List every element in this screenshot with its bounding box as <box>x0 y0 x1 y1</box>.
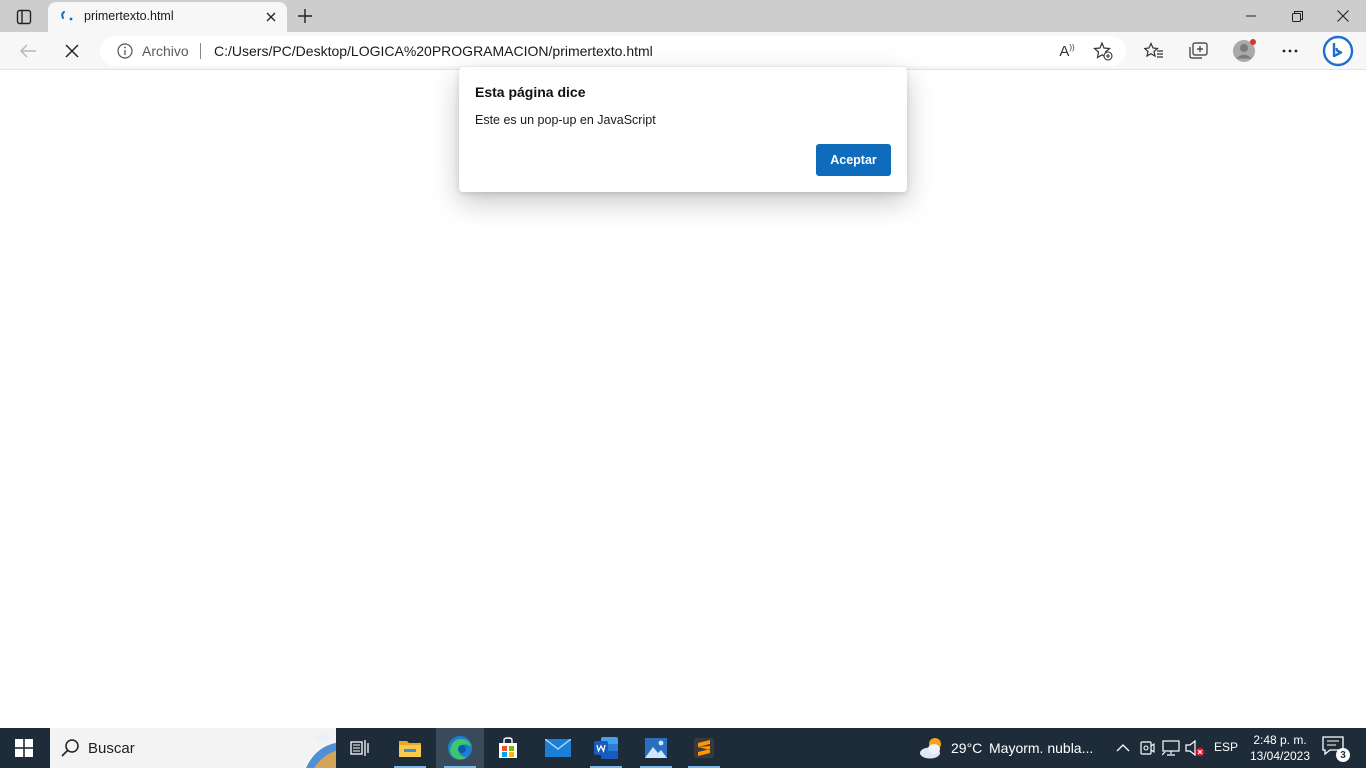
read-aloud-icon: A <box>1059 42 1070 60</box>
taskbar-sublime-text[interactable] <box>680 728 728 768</box>
collections-icon <box>1189 42 1208 59</box>
notification-center-button[interactable]: 3 <box>1322 736 1350 762</box>
tab-actions-button[interactable] <box>9 6 39 28</box>
taskbar-photos[interactable] <box>632 728 680 768</box>
file-explorer-icon <box>399 741 421 757</box>
meet-now-button[interactable] <box>1137 738 1157 758</box>
taskbar-search[interactable]: Buscar <box>50 728 336 768</box>
clock-time: 2:48 p. m. <box>1253 733 1307 747</box>
add-favorite-button[interactable] <box>1091 40 1115 62</box>
search-placeholder: Buscar <box>88 740 135 757</box>
favorites-icon <box>1144 42 1163 58</box>
plus-icon <box>298 9 312 23</box>
back-button[interactable] <box>14 37 42 65</box>
task-view-icon <box>350 740 369 756</box>
photos-icon <box>645 738 667 758</box>
bing-icon <box>1322 35 1354 67</box>
start-button[interactable] <box>0 728 48 768</box>
close-window-button[interactable] <box>1320 0 1366 32</box>
more-icon <box>1282 49 1298 53</box>
volume-button[interactable] <box>1185 738 1205 758</box>
close-tab-button[interactable] <box>263 9 279 25</box>
camera-icon <box>1140 741 1155 755</box>
loading-favicon-icon <box>61 11 73 21</box>
back-arrow-icon <box>19 44 36 58</box>
new-tab-button[interactable] <box>294 5 316 27</box>
mail-icon <box>545 739 571 757</box>
network-button[interactable] <box>1161 738 1181 758</box>
avatar-icon <box>1233 39 1256 62</box>
accept-button[interactable]: Aceptar <box>816 144 891 176</box>
info-icon[interactable] <box>117 43 133 59</box>
store-icon <box>499 737 517 758</box>
taskbar-word[interactable] <box>582 728 630 768</box>
tab-strip: primertexto.html <box>0 0 1366 32</box>
active-tab[interactable]: primertexto.html <box>48 2 287 32</box>
chevron-up-icon <box>1116 744 1130 752</box>
minimize-icon <box>1246 15 1256 17</box>
weather-widget[interactable]: 29°C Mayorm. nubla... <box>916 728 1102 768</box>
clock-date: 13/04/2023 <box>1249 749 1311 763</box>
profile-button[interactable] <box>1230 37 1258 65</box>
tab-actions-icon <box>16 9 32 25</box>
windows-logo-icon <box>15 739 33 757</box>
network-icon <box>1162 740 1180 756</box>
taskbar-file-explorer[interactable] <box>386 728 434 768</box>
volume-muted-icon <box>1185 739 1205 757</box>
word-icon <box>594 737 618 759</box>
browser-toolbar: Archivo C:/Users/PC/Desktop/LOGICA%20PRO… <box>0 32 1366 70</box>
address-divider <box>200 43 201 59</box>
dialog-title: Esta página dice <box>475 84 586 100</box>
taskbar-store[interactable] <box>484 728 532 768</box>
stop-loading-button[interactable] <box>58 37 86 65</box>
weather-temp: 29°C <box>951 740 983 756</box>
weather-desc: Mayorm. nubla... <box>989 740 1094 756</box>
search-highlight-illustration-icon <box>306 734 336 768</box>
taskbar-mail[interactable] <box>534 728 582 768</box>
star-add-icon <box>1093 41 1113 61</box>
windows-taskbar: Buscar 29°C Mayorm. nubla... ESP 2:48 p.… <box>0 728 1366 768</box>
read-aloud-waves: )) <box>1069 42 1075 52</box>
restore-button[interactable] <box>1274 0 1320 32</box>
close-icon <box>266 12 276 22</box>
dialog-message: Este es un pop-up en JavaScript <box>475 113 656 127</box>
stop-icon <box>65 44 79 58</box>
minimize-button[interactable] <box>1228 0 1274 32</box>
settings-menu-button[interactable] <box>1276 37 1304 65</box>
js-alert-dialog: Esta página dice Este es un pop-up en Ja… <box>459 67 907 192</box>
search-icon <box>61 739 79 757</box>
partly-cloudy-icon <box>920 738 941 759</box>
favorites-button[interactable] <box>1140 37 1168 65</box>
read-aloud-button[interactable]: A )) <box>1055 40 1079 62</box>
address-bar[interactable]: Archivo C:/Users/PC/Desktop/LOGICA%20PRO… <box>100 36 1126 66</box>
url-text[interactable]: C:/Users/PC/Desktop/LOGICA%20PROGRAMACIO… <box>214 43 653 59</box>
sublime-text-icon <box>694 738 714 758</box>
task-view-button[interactable] <box>336 728 384 768</box>
show-hidden-icons-button[interactable] <box>1113 738 1133 758</box>
input-language-button[interactable]: ESP <box>1214 740 1238 754</box>
restore-icon <box>1291 10 1303 22</box>
clock[interactable]: 2:48 p. m. 13/04/2023 <box>1240 732 1320 764</box>
collections-button[interactable] <box>1184 37 1212 65</box>
notification-count-badge: 3 <box>1336 748 1350 762</box>
taskbar-edge[interactable] <box>436 728 484 768</box>
tab-title: primertexto.html <box>84 9 174 23</box>
close-icon <box>1337 10 1349 22</box>
edge-icon <box>448 736 472 760</box>
bing-chat-button[interactable] <box>1322 35 1354 67</box>
scheme-label[interactable]: Archivo <box>142 43 189 59</box>
